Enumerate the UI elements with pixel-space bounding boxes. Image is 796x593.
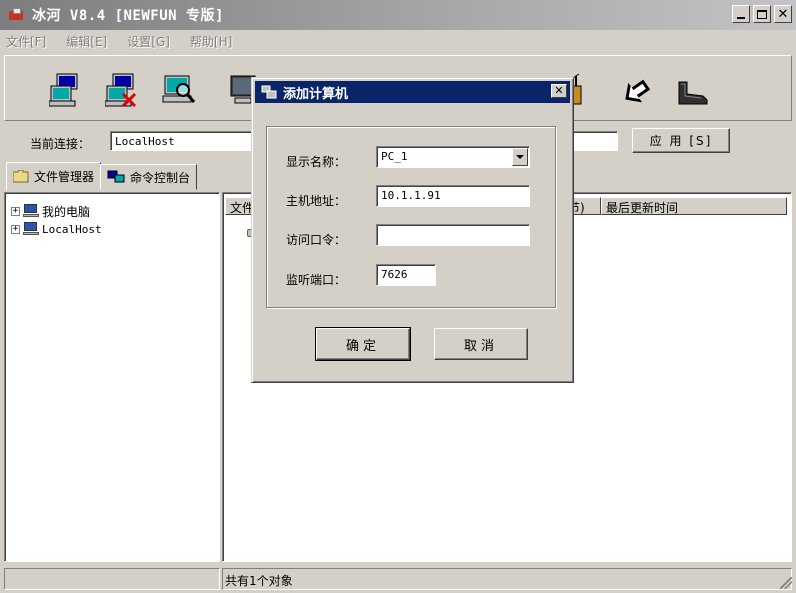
- computer-icon: [23, 222, 39, 236]
- dropdown-button[interactable]: [512, 148, 528, 166]
- display-name-label: 显示名称：: [286, 155, 347, 169]
- exit-button[interactable]: [675, 72, 711, 108]
- status-bar: 共有1个对象: [0, 566, 796, 593]
- add-computer-icon: [48, 73, 78, 107]
- search-computer-icon: [162, 75, 196, 103]
- tab-command-console[interactable]: 命令控制台: [100, 164, 198, 190]
- back-button[interactable]: [619, 72, 655, 108]
- connection-label: 当前连接：: [30, 137, 91, 151]
- expand-icon[interactable]: +: [11, 206, 20, 216]
- folder-icon: [13, 170, 29, 183]
- tab-file-manager[interactable]: 文件管理器: [6, 162, 102, 190]
- add-computer-dialog: 添加计算机 ✕ 显示名称： PC_1 主机地址： 10.1.1.91 访问口令：…: [251, 77, 574, 383]
- expand-icon[interactable]: +: [11, 224, 20, 234]
- tree-item-label: LocalHost: [42, 222, 102, 236]
- listen-port-input[interactable]: 7626: [376, 264, 436, 286]
- connection-extra-input[interactable]: [570, 131, 618, 151]
- menu-bar: 文件[F] 编辑[E] 设置[G] 帮助[H]: [0, 30, 796, 52]
- search-computer-button[interactable]: [161, 72, 197, 108]
- access-password-label: 访问口令：: [286, 233, 347, 247]
- tree-item-my-computer[interactable]: + 我的电脑: [11, 203, 90, 219]
- display-name-combo[interactable]: PC_1: [376, 146, 530, 168]
- listen-port-label: 监听端口：: [286, 273, 347, 287]
- access-password-input[interactable]: [376, 224, 530, 246]
- minimize-button[interactable]: [732, 5, 750, 23]
- dialog-title-bar: 添加计算机 ✕: [255, 81, 570, 103]
- delete-computer-button[interactable]: [104, 72, 141, 108]
- cancel-button[interactable]: 取消: [434, 328, 528, 360]
- back-icon: [625, 79, 651, 103]
- tab-file-manager-label: 文件管理器: [34, 170, 95, 184]
- title-bar: 冰河 V8.4 [NEWFUN 专版] ✕: [0, 0, 796, 30]
- close-button[interactable]: ✕: [774, 5, 792, 23]
- tree-item-localhost[interactable]: + LocalHost: [11, 221, 102, 237]
- minimize-icon: [737, 17, 745, 19]
- close-icon: ✕: [777, 6, 789, 22]
- app-icon: [8, 7, 26, 23]
- ok-button[interactable]: 确定: [315, 327, 411, 361]
- status-object-count: 共有1个对象: [222, 568, 792, 590]
- window-title: 冰河 V8.4 [NEWFUN 专版]: [32, 8, 224, 24]
- host-address-input[interactable]: 10.1.1.91: [376, 185, 530, 207]
- menu-edit[interactable]: 编辑[E]: [66, 33, 107, 50]
- maximize-button[interactable]: [753, 5, 771, 23]
- display-name-value: PC_1: [381, 150, 408, 163]
- tree-item-label: 我的电脑: [42, 204, 91, 219]
- column-header-modified[interactable]: 最后更新时间: [601, 197, 787, 215]
- maximize-icon: [757, 9, 767, 19]
- chevron-down-icon: [516, 155, 524, 159]
- computer-tree: + 我的电脑 + LocalHost: [4, 192, 220, 562]
- network-computers-icon: [261, 85, 277, 99]
- apply-button[interactable]: 应 用 [S]: [632, 128, 730, 153]
- connection-input[interactable]: LocalHost: [110, 131, 260, 151]
- status-left: [4, 568, 220, 590]
- dialog-title: 添加计算机: [283, 86, 349, 102]
- dialog-close-button[interactable]: ✕: [551, 84, 567, 98]
- network-computers-icon: [107, 170, 125, 183]
- add-computer-button[interactable]: [48, 72, 85, 108]
- computer-icon: [23, 204, 39, 218]
- window-controls: ✕: [732, 5, 792, 23]
- menu-file[interactable]: 文件[F]: [6, 33, 46, 50]
- menu-help[interactable]: 帮助[H]: [190, 33, 232, 50]
- tab-bar: 文件管理器 命令控制台: [6, 162, 198, 190]
- exit-icon: [678, 81, 708, 105]
- host-address-label: 主机地址：: [286, 194, 347, 208]
- delete-computer-icon: [104, 73, 137, 108]
- tab-command-console-label: 命令控制台: [130, 170, 191, 185]
- menu-settings[interactable]: 设置[G]: [127, 33, 170, 50]
- resize-grip-icon[interactable]: [780, 577, 792, 589]
